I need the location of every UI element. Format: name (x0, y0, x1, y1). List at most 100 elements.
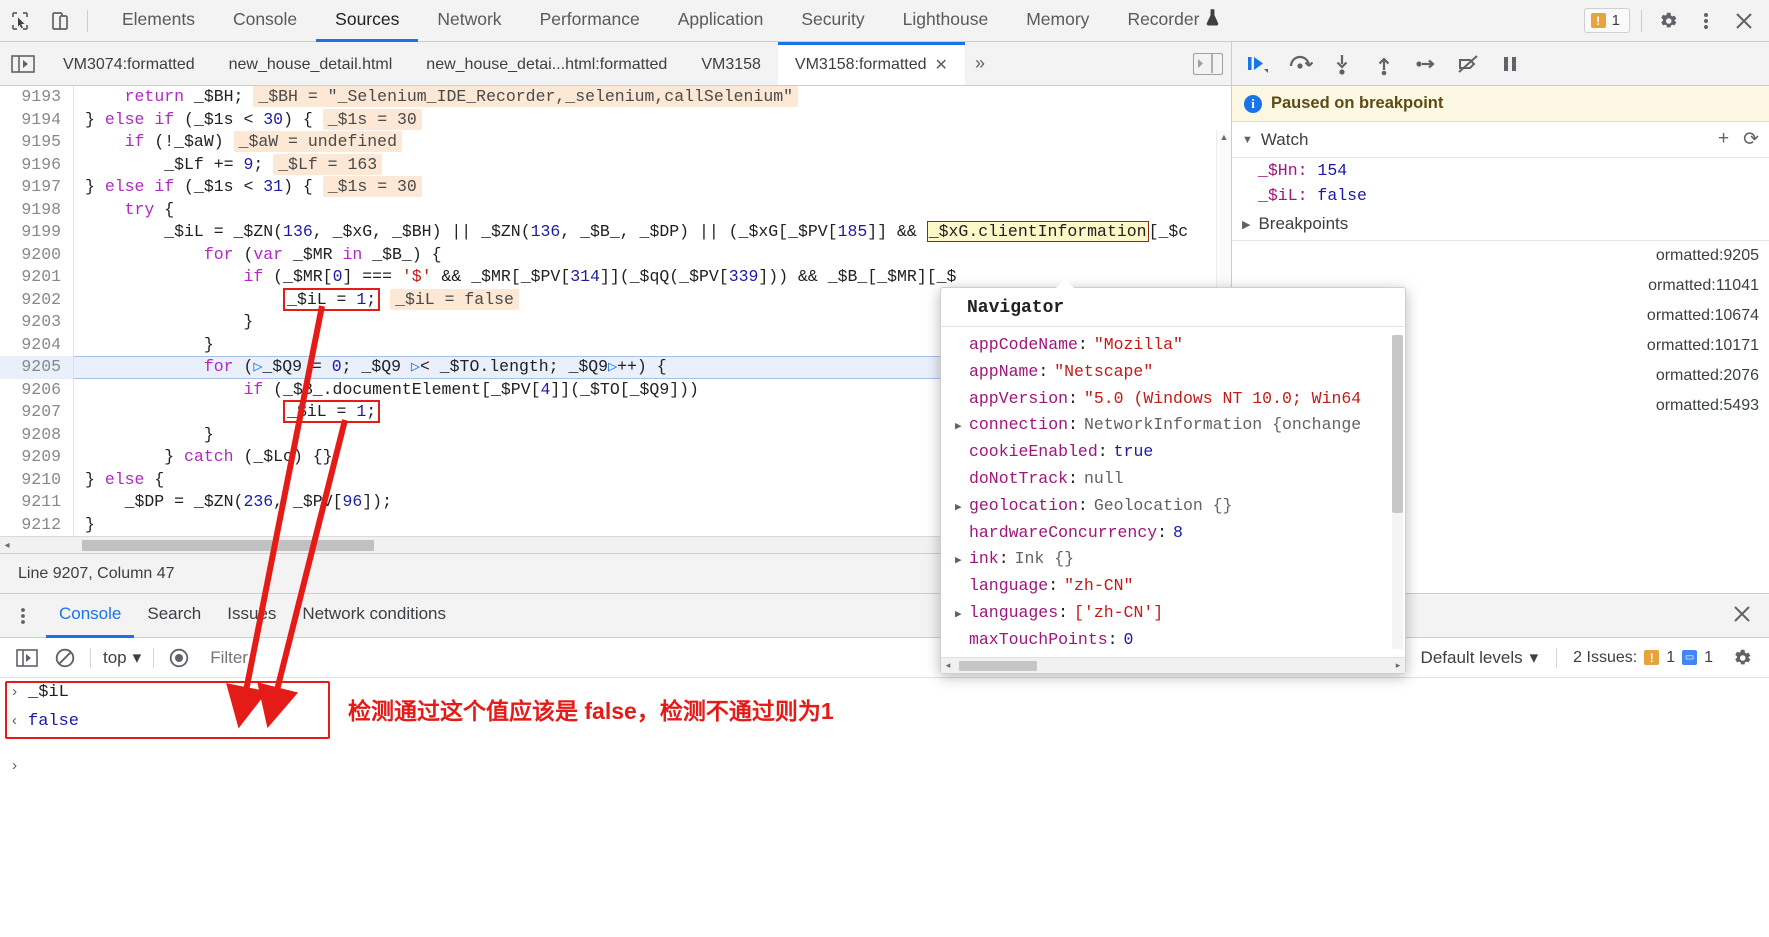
object-property-row[interactable]: ▶geolocation:Geolocation {} (941, 494, 1405, 521)
code-line[interactable]: 9197} else if (_$1s < 31) { _$1s = 30 (0, 176, 1231, 199)
line-number[interactable]: 9208 (0, 424, 74, 447)
object-property-row[interactable]: ▶ink:Ink {} (941, 547, 1405, 574)
file-tab-vm3158-formatted[interactable]: VM3158:formatted ✕ (778, 42, 965, 85)
line-number[interactable]: 9198 (0, 199, 74, 222)
file-tab-new-house-detail-html-formatted[interactable]: new_house_detai...html:formatted (409, 42, 684, 85)
step-into-button[interactable] (1322, 44, 1362, 84)
drawer-tab-issues[interactable]: Issues (214, 594, 289, 638)
code-line[interactable]: 9200 for (var _$MR in _$B_) { (0, 244, 1231, 267)
object-property-row[interactable]: ▶connection:NetworkInformation {onchange (941, 413, 1405, 440)
line-number[interactable]: 9202 (0, 289, 74, 312)
expand-triangle-icon[interactable]: ▶ (955, 496, 969, 521)
tab-sources[interactable]: Sources (316, 0, 418, 42)
code-line[interactable]: 9199 _$iL = _$ZN(136, _$xG, _$BH) || _$Z… (0, 221, 1231, 244)
tab-performance[interactable]: Performance (521, 0, 659, 42)
line-number[interactable]: 9194 (0, 109, 74, 132)
cursor-inspect-icon[interactable] (0, 1, 40, 41)
scrollbar-thumb[interactable] (959, 661, 1037, 671)
tab-security[interactable]: Security (782, 0, 883, 42)
show-navigator-icon[interactable] (0, 42, 46, 85)
console-sidebar-icon[interactable] (8, 639, 46, 677)
expand-triangle-icon[interactable]: ▶ (955, 549, 969, 574)
line-number[interactable]: 9196 (0, 154, 74, 177)
console-issues-summary[interactable]: 2 Issues: ! 1 ▭ 1 (1563, 649, 1723, 667)
line-number[interactable]: 9193 (0, 86, 74, 109)
step-out-button[interactable] (1364, 44, 1404, 84)
tab-recorder[interactable]: Recorder (1108, 0, 1238, 42)
kebab-menu-icon[interactable] (1687, 2, 1725, 40)
line-number[interactable]: 9206 (0, 379, 74, 402)
breakpoint-list-item[interactable]: ormatted:9205 (1232, 241, 1769, 271)
scroll-right-arrow[interactable]: ▸ (1391, 660, 1405, 671)
line-number[interactable]: 9212 (0, 514, 74, 537)
line-number[interactable]: 9199 (0, 221, 74, 244)
watch-entry[interactable]: _$Hn: 154 (1232, 158, 1769, 183)
device-toolbar-icon[interactable] (40, 1, 80, 41)
gear-icon[interactable] (1649, 2, 1687, 40)
line-number[interactable]: 9200 (0, 244, 74, 267)
tab-lighthouse[interactable]: Lighthouse (884, 0, 1008, 42)
tab-console[interactable]: Console (214, 0, 316, 42)
object-property-row[interactable]: ▶languages:['zh-CN'] (941, 601, 1405, 628)
breakpoints-section-header[interactable]: ▶ Breakpoints (1232, 208, 1769, 241)
step-button[interactable] (1406, 44, 1446, 84)
drawer-tab-console[interactable]: Console (46, 594, 134, 638)
popover-property-list[interactable]: ▶appCodeName:"Mozilla"▶appName:"Netscape… (941, 327, 1405, 657)
tab-memory[interactable]: Memory (1007, 0, 1108, 42)
code-line[interactable]: 9196 _$Lf += 9; _$Lf = 163 (0, 154, 1231, 177)
file-tab-vm3074-formatted[interactable]: VM3074:formatted (46, 42, 212, 85)
line-number[interactable]: 9201 (0, 266, 74, 289)
object-property-row[interactable]: ▶cookieEnabled:true (941, 440, 1405, 467)
object-property-row[interactable]: ▶language:"zh-CN" (941, 574, 1405, 601)
drawer-tab-search[interactable]: Search (134, 594, 214, 638)
line-number[interactable]: 9195 (0, 131, 74, 154)
drawer-close-icon[interactable] (1731, 603, 1769, 628)
line-number[interactable]: 9197 (0, 176, 74, 199)
object-property-row[interactable]: ▶doNotTrack:null (941, 467, 1405, 494)
code-line[interactable]: 9198 try { (0, 199, 1231, 222)
issues-badge[interactable]: ! 1 (1584, 8, 1630, 33)
console-prompt[interactable]: › (10, 752, 28, 780)
line-number[interactable]: 9203 (0, 311, 74, 334)
object-property-row[interactable]: ▶maxTouchPoints:0 (941, 628, 1405, 655)
deactivate-breakpoints-button[interactable] (1448, 44, 1488, 84)
expand-triangle-icon[interactable]: ▶ (955, 415, 969, 440)
drawer-kebab-menu-icon[interactable] (0, 605, 46, 627)
object-property-row[interactable]: ▶appCodeName:"Mozilla" (941, 333, 1405, 360)
clear-console-icon[interactable] (46, 639, 84, 677)
pause-on-exceptions-button[interactable] (1490, 44, 1530, 84)
navigator-object-popover[interactable]: Navigator ▶appCodeName:"Mozilla"▶appName… (940, 287, 1406, 674)
line-number[interactable]: 9207 (0, 401, 74, 424)
toggle-debugger-sidebar-icon[interactable] (1193, 53, 1223, 75)
live-expression-icon[interactable] (160, 639, 198, 677)
expand-triangle-icon[interactable]: ▶ (955, 603, 969, 628)
tab-elements[interactable]: Elements (103, 0, 214, 42)
line-number[interactable]: 9205 (0, 356, 74, 379)
add-watch-icon[interactable]: + (1718, 128, 1729, 151)
object-property-row[interactable]: ▶appVersion:"5.0 (Windows NT 10.0; Win64 (941, 387, 1405, 414)
scrollbar-thumb[interactable] (1392, 335, 1403, 513)
watch-section-header[interactable]: ▼ Watch + ⟳ (1232, 122, 1769, 158)
console-input-row[interactable]: › _$iL (0, 678, 1769, 707)
scroll-left-arrow[interactable]: ◂ (941, 660, 955, 671)
object-property-row[interactable]: ▶hardwareConcurrency:8 (941, 521, 1405, 548)
popover-vertical-scrollbar[interactable] (1392, 335, 1403, 649)
close-tab-icon[interactable]: ✕ (935, 55, 948, 75)
line-number[interactable]: 9211 (0, 491, 74, 514)
step-over-button[interactable] (1280, 44, 1320, 84)
file-tab-new-house-detail-html[interactable]: new_house_detail.html (212, 42, 410, 85)
code-line[interactable]: 9193 return _$BH; _$BH = "_Selenium_IDE_… (0, 86, 1231, 109)
code-line[interactable]: 9201 if (_$MR[0] === '$' && _$MR[_$PV[31… (0, 266, 1231, 289)
line-number[interactable]: 9209 (0, 446, 74, 469)
resume-script-button[interactable] (1238, 44, 1278, 84)
console-levels-select[interactable]: Default levels ▾ (1409, 648, 1551, 668)
close-icon[interactable] (1725, 2, 1763, 40)
drawer-tab-network-conditions[interactable]: Network conditions (289, 594, 459, 638)
refresh-watch-icon[interactable]: ⟳ (1743, 128, 1759, 151)
tab-network[interactable]: Network (418, 0, 520, 42)
scroll-up-arrow[interactable]: ▲ (1217, 130, 1231, 142)
scrollbar-thumb[interactable] (82, 540, 374, 551)
tab-application[interactable]: Application (659, 0, 783, 42)
line-number[interactable]: 9210 (0, 469, 74, 492)
popover-horizontal-scrollbar[interactable]: ◂ ▸ (941, 657, 1405, 673)
